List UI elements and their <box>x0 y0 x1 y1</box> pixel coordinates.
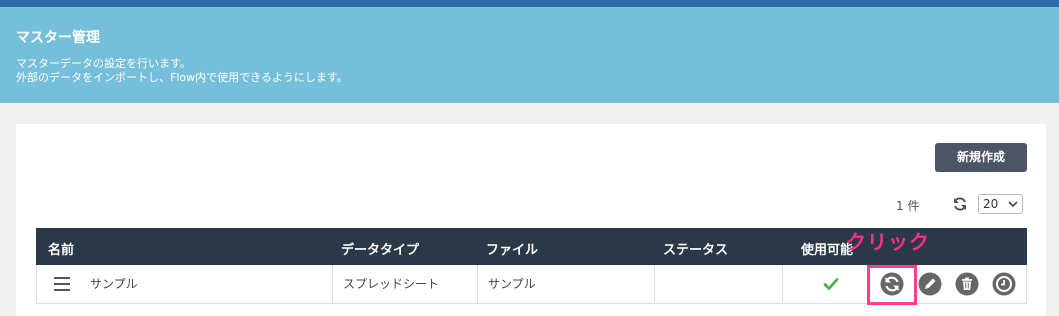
per-page-value: 20 <box>983 197 999 211</box>
table-row[interactable]: サンプル スプレッドシート サンプル <box>36 265 1027 305</box>
page-description-line2: 外部のデータをインポートし、Flow内で使用できるようにします。 <box>16 71 348 84</box>
column-header-data-type: データタイプ <box>341 243 420 258</box>
column-divider <box>782 265 783 303</box>
sync-icon[interactable] <box>880 272 904 296</box>
master-list-panel: 新規作成 1 件 20 名前 データタイプ ファイル ステータス 使用可能 サン… <box>16 124 1046 316</box>
chevron-down-icon <box>1008 201 1018 208</box>
check-icon <box>823 278 839 290</box>
page-header: マスター管理 マスターデータの設定を行います。 外部のデータをインポートし、Fl… <box>0 7 1059 103</box>
column-header-status: ステータス <box>663 243 729 258</box>
menu-icon[interactable] <box>54 277 70 291</box>
row-name: サンプル <box>90 277 138 291</box>
column-header-name: 名前 <box>48 243 75 258</box>
trash-icon[interactable] <box>955 272 979 296</box>
column-header-file: ファイル <box>486 243 539 258</box>
row-file: サンプル <box>488 277 536 291</box>
click-annotation-label: クリック <box>846 230 930 254</box>
page-title: マスター管理 <box>16 30 100 46</box>
refresh-icon[interactable] <box>952 196 968 212</box>
column-divider <box>477 265 478 303</box>
record-count: 1 件 <box>896 199 920 213</box>
pencil-icon[interactable] <box>918 272 942 296</box>
row-data-type: スプレッドシート <box>343 277 440 291</box>
column-divider <box>654 265 655 303</box>
clock-icon[interactable] <box>992 272 1016 296</box>
top-bar <box>0 0 1059 7</box>
new-create-button[interactable]: 新規作成 <box>935 143 1027 172</box>
column-divider <box>332 265 333 303</box>
per-page-select[interactable]: 20 <box>978 194 1023 214</box>
